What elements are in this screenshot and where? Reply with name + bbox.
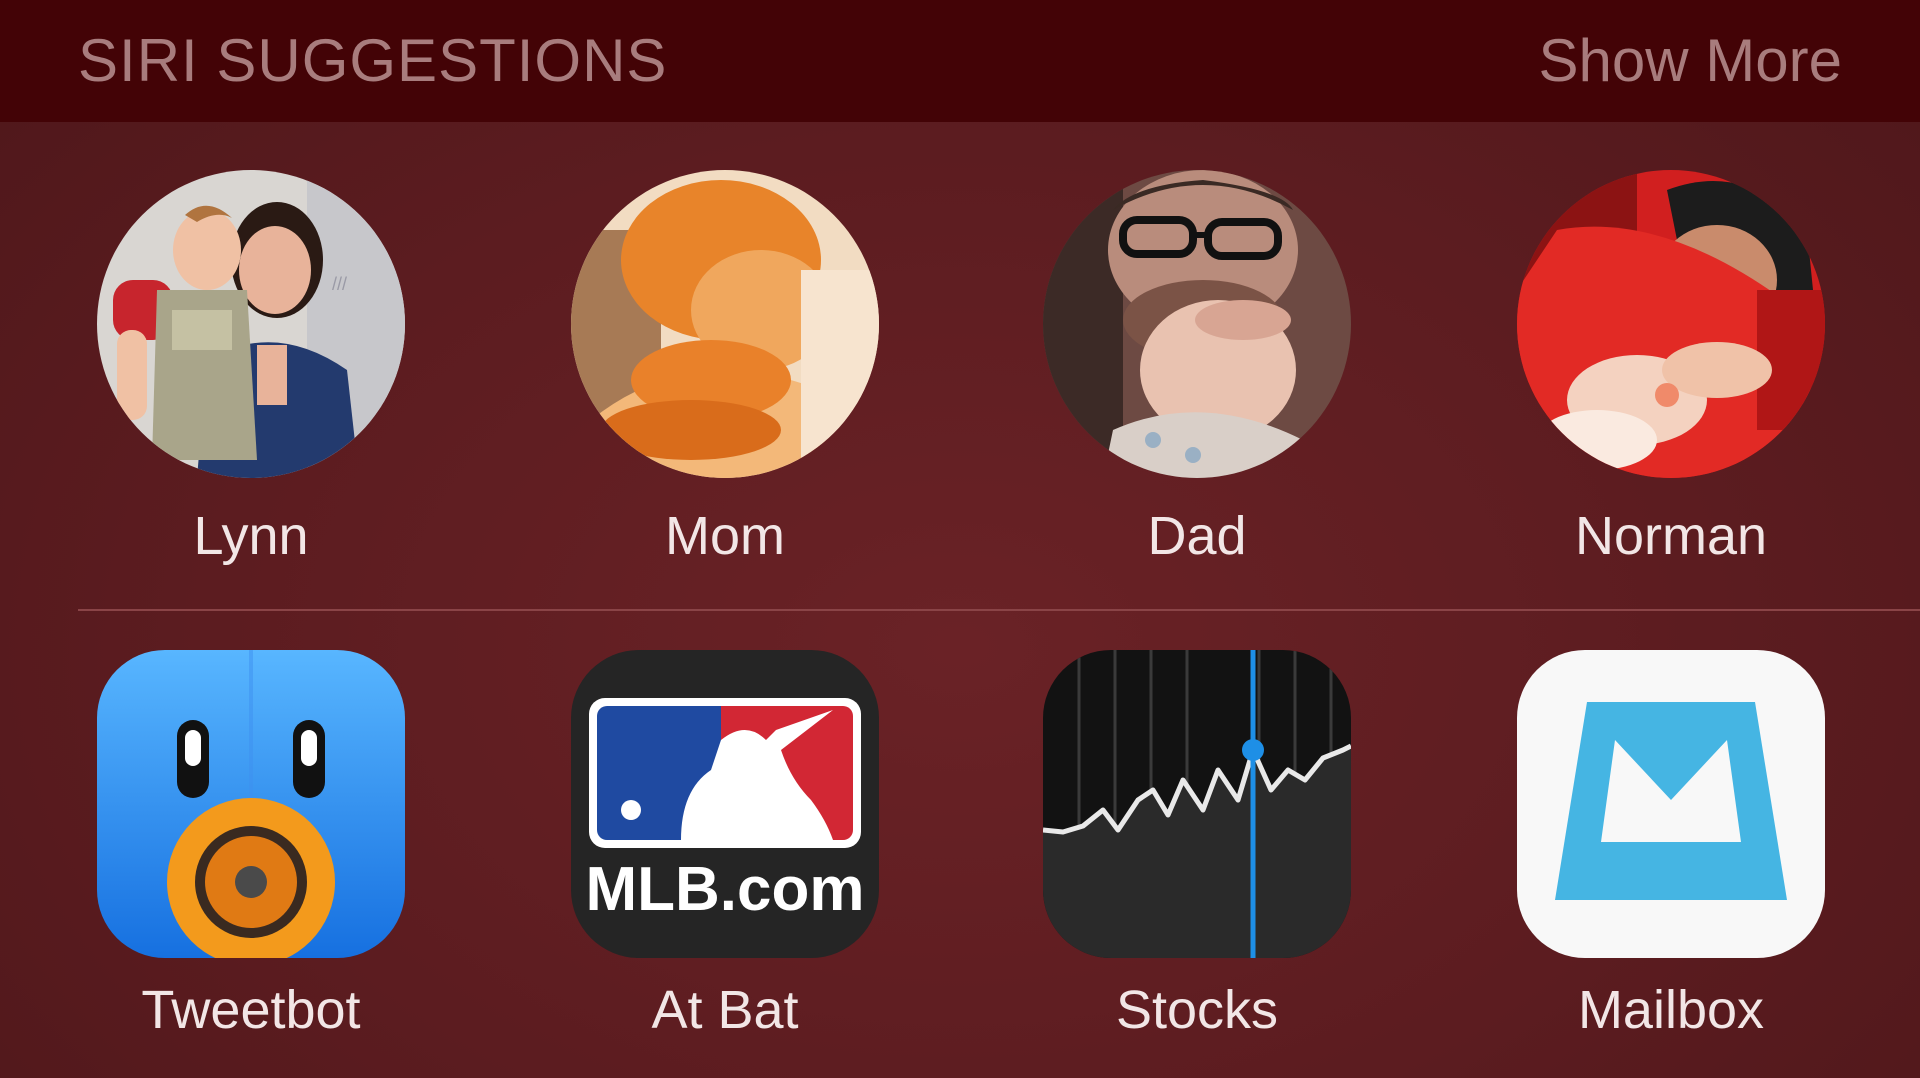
- row-divider: [78, 609, 1920, 611]
- show-more-button[interactable]: Show More: [1539, 26, 1842, 96]
- section-title: SIRI SUGGESTIONS: [78, 27, 668, 94]
- contact-dad[interactable]: Dad: [1042, 170, 1352, 568]
- app-name: At Bat: [651, 980, 799, 1040]
- contact-mom[interactable]: Mom: [570, 170, 880, 568]
- avatar: ///: [97, 170, 405, 478]
- contact-photo-lynn: ///: [97, 170, 405, 478]
- app-name: Tweetbot: [141, 980, 361, 1040]
- contact-name: Norman: [1574, 506, 1768, 566]
- app-mailbox[interactable]: Mailbox: [1516, 650, 1826, 1042]
- mailbox-icon: [1517, 650, 1825, 958]
- contact-name: Lynn: [193, 506, 309, 566]
- app-stocks[interactable]: Stocks: [1042, 650, 1352, 1042]
- app-tweetbot[interactable]: Tweetbot: [96, 650, 406, 1042]
- tweetbot-icon: [97, 650, 405, 958]
- avatar: [571, 170, 879, 478]
- mlb-icon-text: MLB.com: [586, 855, 865, 924]
- contact-norman[interactable]: Norman: [1516, 170, 1826, 568]
- stocks-icon: [1043, 650, 1351, 958]
- contact-photo-mom: [571, 170, 879, 478]
- siri-suggestions-widget: SIRI SUGGESTIONS Show More /// Lynn Mom …: [0, 0, 1920, 1078]
- app-at-bat[interactable]: MLB.com At Bat: [570, 650, 880, 1042]
- contact-photo-norman: [1517, 170, 1825, 478]
- contact-lynn[interactable]: /// Lynn: [96, 170, 406, 568]
- contact-name: Dad: [1147, 506, 1247, 566]
- svg-text:///: ///: [332, 274, 347, 294]
- mlb-at-bat-icon: MLB.com: [571, 650, 879, 958]
- avatar: [1517, 170, 1825, 478]
- widget-header: SIRI SUGGESTIONS Show More: [0, 0, 1920, 122]
- avatar: [1043, 170, 1351, 478]
- contact-name: Mom: [665, 506, 785, 566]
- app-name: Mailbox: [1577, 980, 1765, 1040]
- contact-photo-dad: [1043, 170, 1351, 478]
- app-name: Stocks: [1115, 980, 1279, 1040]
